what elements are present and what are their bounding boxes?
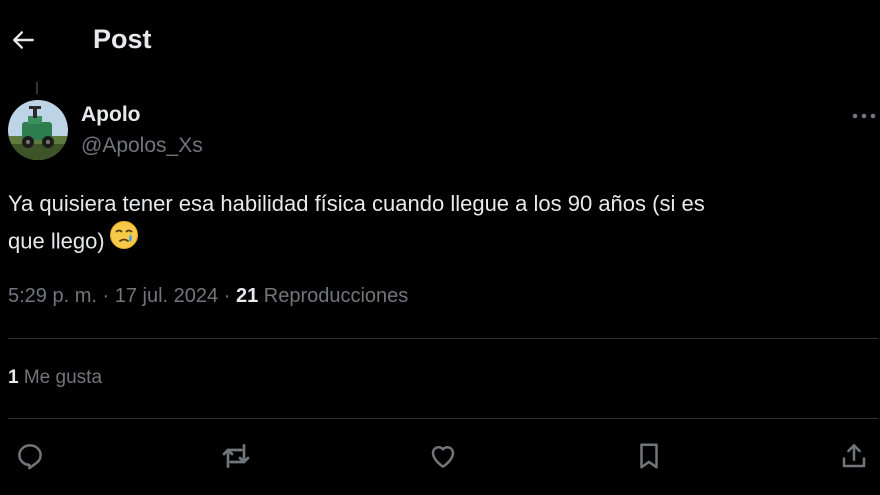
author-name[interactable]: Apolo <box>81 103 140 127</box>
like-button[interactable] <box>425 438 461 474</box>
repost-button[interactable] <box>218 438 254 474</box>
post-text-line-2: que llego) <box>8 220 870 263</box>
bookmark-icon <box>640 443 658 469</box>
more-options-button[interactable] <box>848 104 880 128</box>
avatar[interactable] <box>8 100 68 160</box>
reply-icon <box>18 444 42 470</box>
likes-count: 1 <box>8 367 19 388</box>
bookmark-button[interactable] <box>631 438 667 474</box>
views-count: 21 <box>235 285 259 307</box>
reply-button[interactable] <box>12 438 48 474</box>
back-button[interactable] <box>8 24 40 56</box>
page-title: Post <box>93 24 152 54</box>
meta-separator: · <box>102 285 110 307</box>
post-header: Post <box>0 0 880 80</box>
meta-separator-2: · <box>223 285 231 307</box>
arrow-left-icon <box>13 31 34 49</box>
author-handle[interactable]: @Apolos_Xs <box>81 134 203 158</box>
crying-face-emoji <box>109 220 139 261</box>
likes-label: Me gusta <box>23 367 103 388</box>
share-button[interactable] <box>836 438 872 474</box>
divider-bottom <box>8 418 878 419</box>
share-icon <box>842 444 866 468</box>
likes-summary[interactable]: 1 Me gusta <box>8 367 102 389</box>
thread-connector <box>36 82 38 94</box>
like-icon <box>431 446 455 468</box>
post-metadata: 5:29 p. m. · 17 jul. 2024 · 21 Reproducc… <box>8 285 408 308</box>
divider-top <box>8 338 878 339</box>
post-text-line-1: Ya quisiera tener esa habilidad física c… <box>8 191 705 216</box>
post-time[interactable]: 5:29 p. m. <box>8 285 97 307</box>
avatar-image <box>8 100 68 160</box>
retweet-icon <box>222 444 250 468</box>
more-horizontal-icon <box>852 113 876 119</box>
post-text-line-2-text: que llego) <box>8 228 105 254</box>
post-text: Ya quisiera tener esa habilidad física c… <box>8 185 870 263</box>
views-label: Reproducciones <box>263 285 409 307</box>
post-date[interactable]: 17 jul. 2024 <box>115 285 218 307</box>
